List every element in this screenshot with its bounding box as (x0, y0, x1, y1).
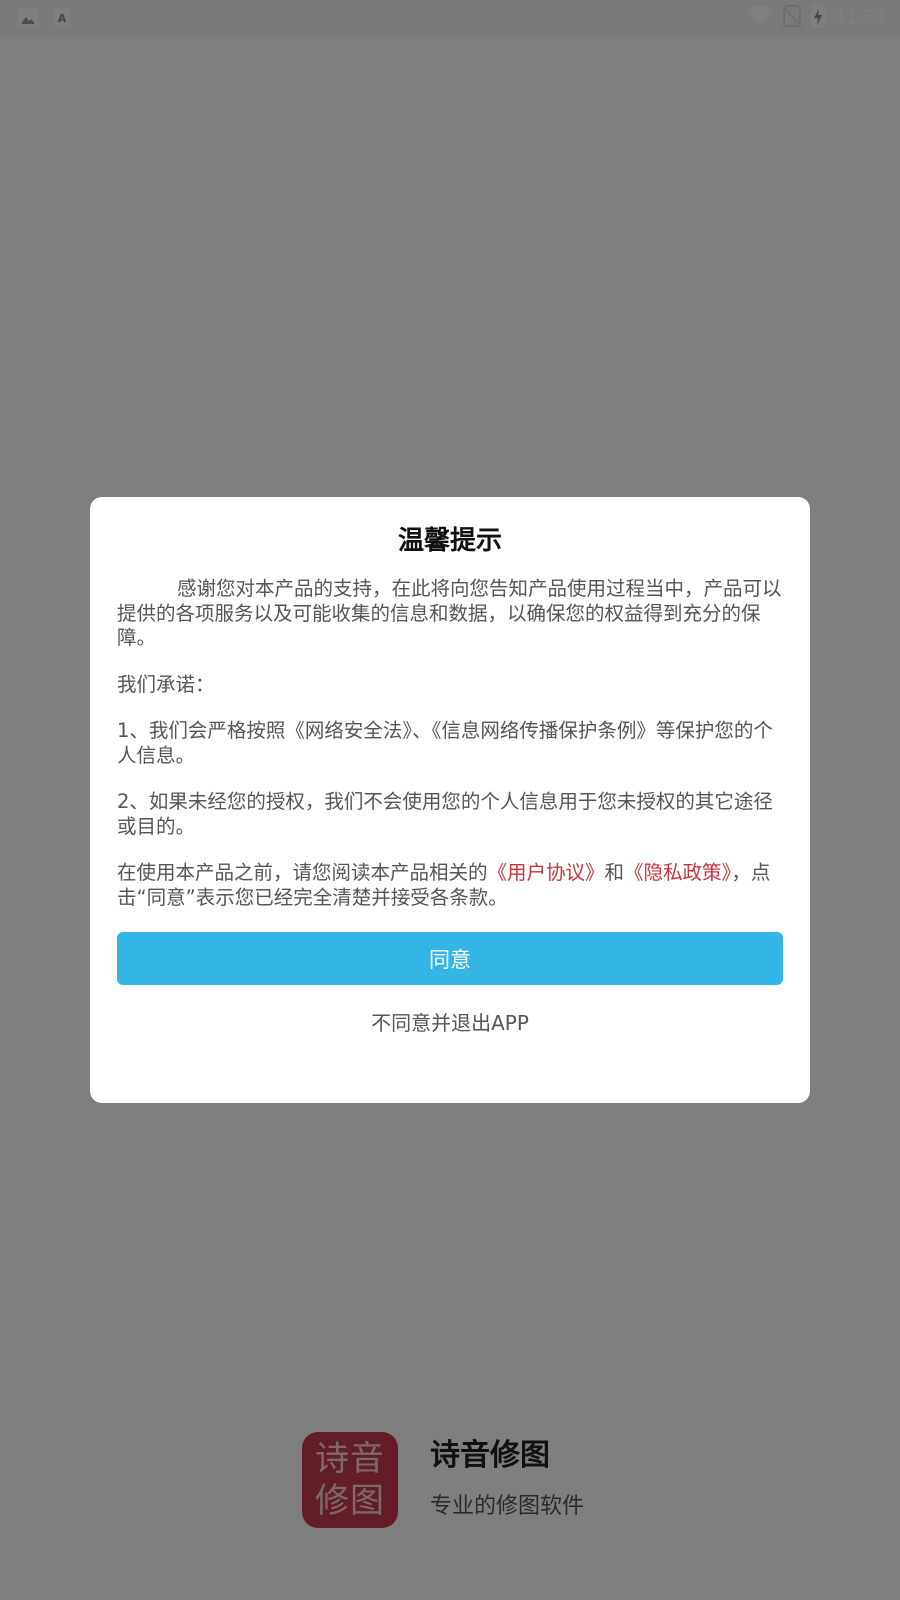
disagree-exit-button[interactable]: 不同意并退出APP (117, 1001, 783, 1041)
dialog-promise-item-2: 2、如果未经您的授权，我们不会使用您的个人信息用于您未授权的其它途径或目的。 (117, 790, 773, 838)
agree-button[interactable]: 同意 (117, 932, 783, 985)
dialog-intro-paragraph: 感谢您对本产品的支持，在此将向您告知产品使用过程当中，产品可以提供的各项服务以及… (117, 577, 782, 649)
privacy-dialog: 温馨提示 感谢您对本产品的支持，在此将向您告知产品使用过程当中，产品可以提供的各… (90, 497, 810, 1103)
dialog-promise-heading: 我们承诺： (117, 672, 215, 696)
dialog-body: 感谢您对本产品的支持，在此将向您告知产品使用过程当中，产品可以提供的各项服务以及… (117, 577, 783, 910)
dialog-terms-paragraph: 在使用本产品之前，请您阅读本产品相关的《用户协议》和《隐私政策》，点击“同意”表… (117, 861, 783, 910)
terms-prefix-text: 在使用本产品之前，请您阅读本产品相关的 (117, 861, 488, 884)
terms-and-text: 和 (604, 861, 625, 884)
dialog-title: 温馨提示 (397, 526, 502, 556)
user-agreement-link[interactable]: 《用户协议》 (488, 861, 605, 884)
dialog-promise-item-1: 1、我们会严格按照《网络安全法》、《信息网络传播保护条例》等保护您的个人信息。 (117, 719, 773, 767)
privacy-policy-link[interactable]: 《隐私政策》 (624, 861, 731, 884)
